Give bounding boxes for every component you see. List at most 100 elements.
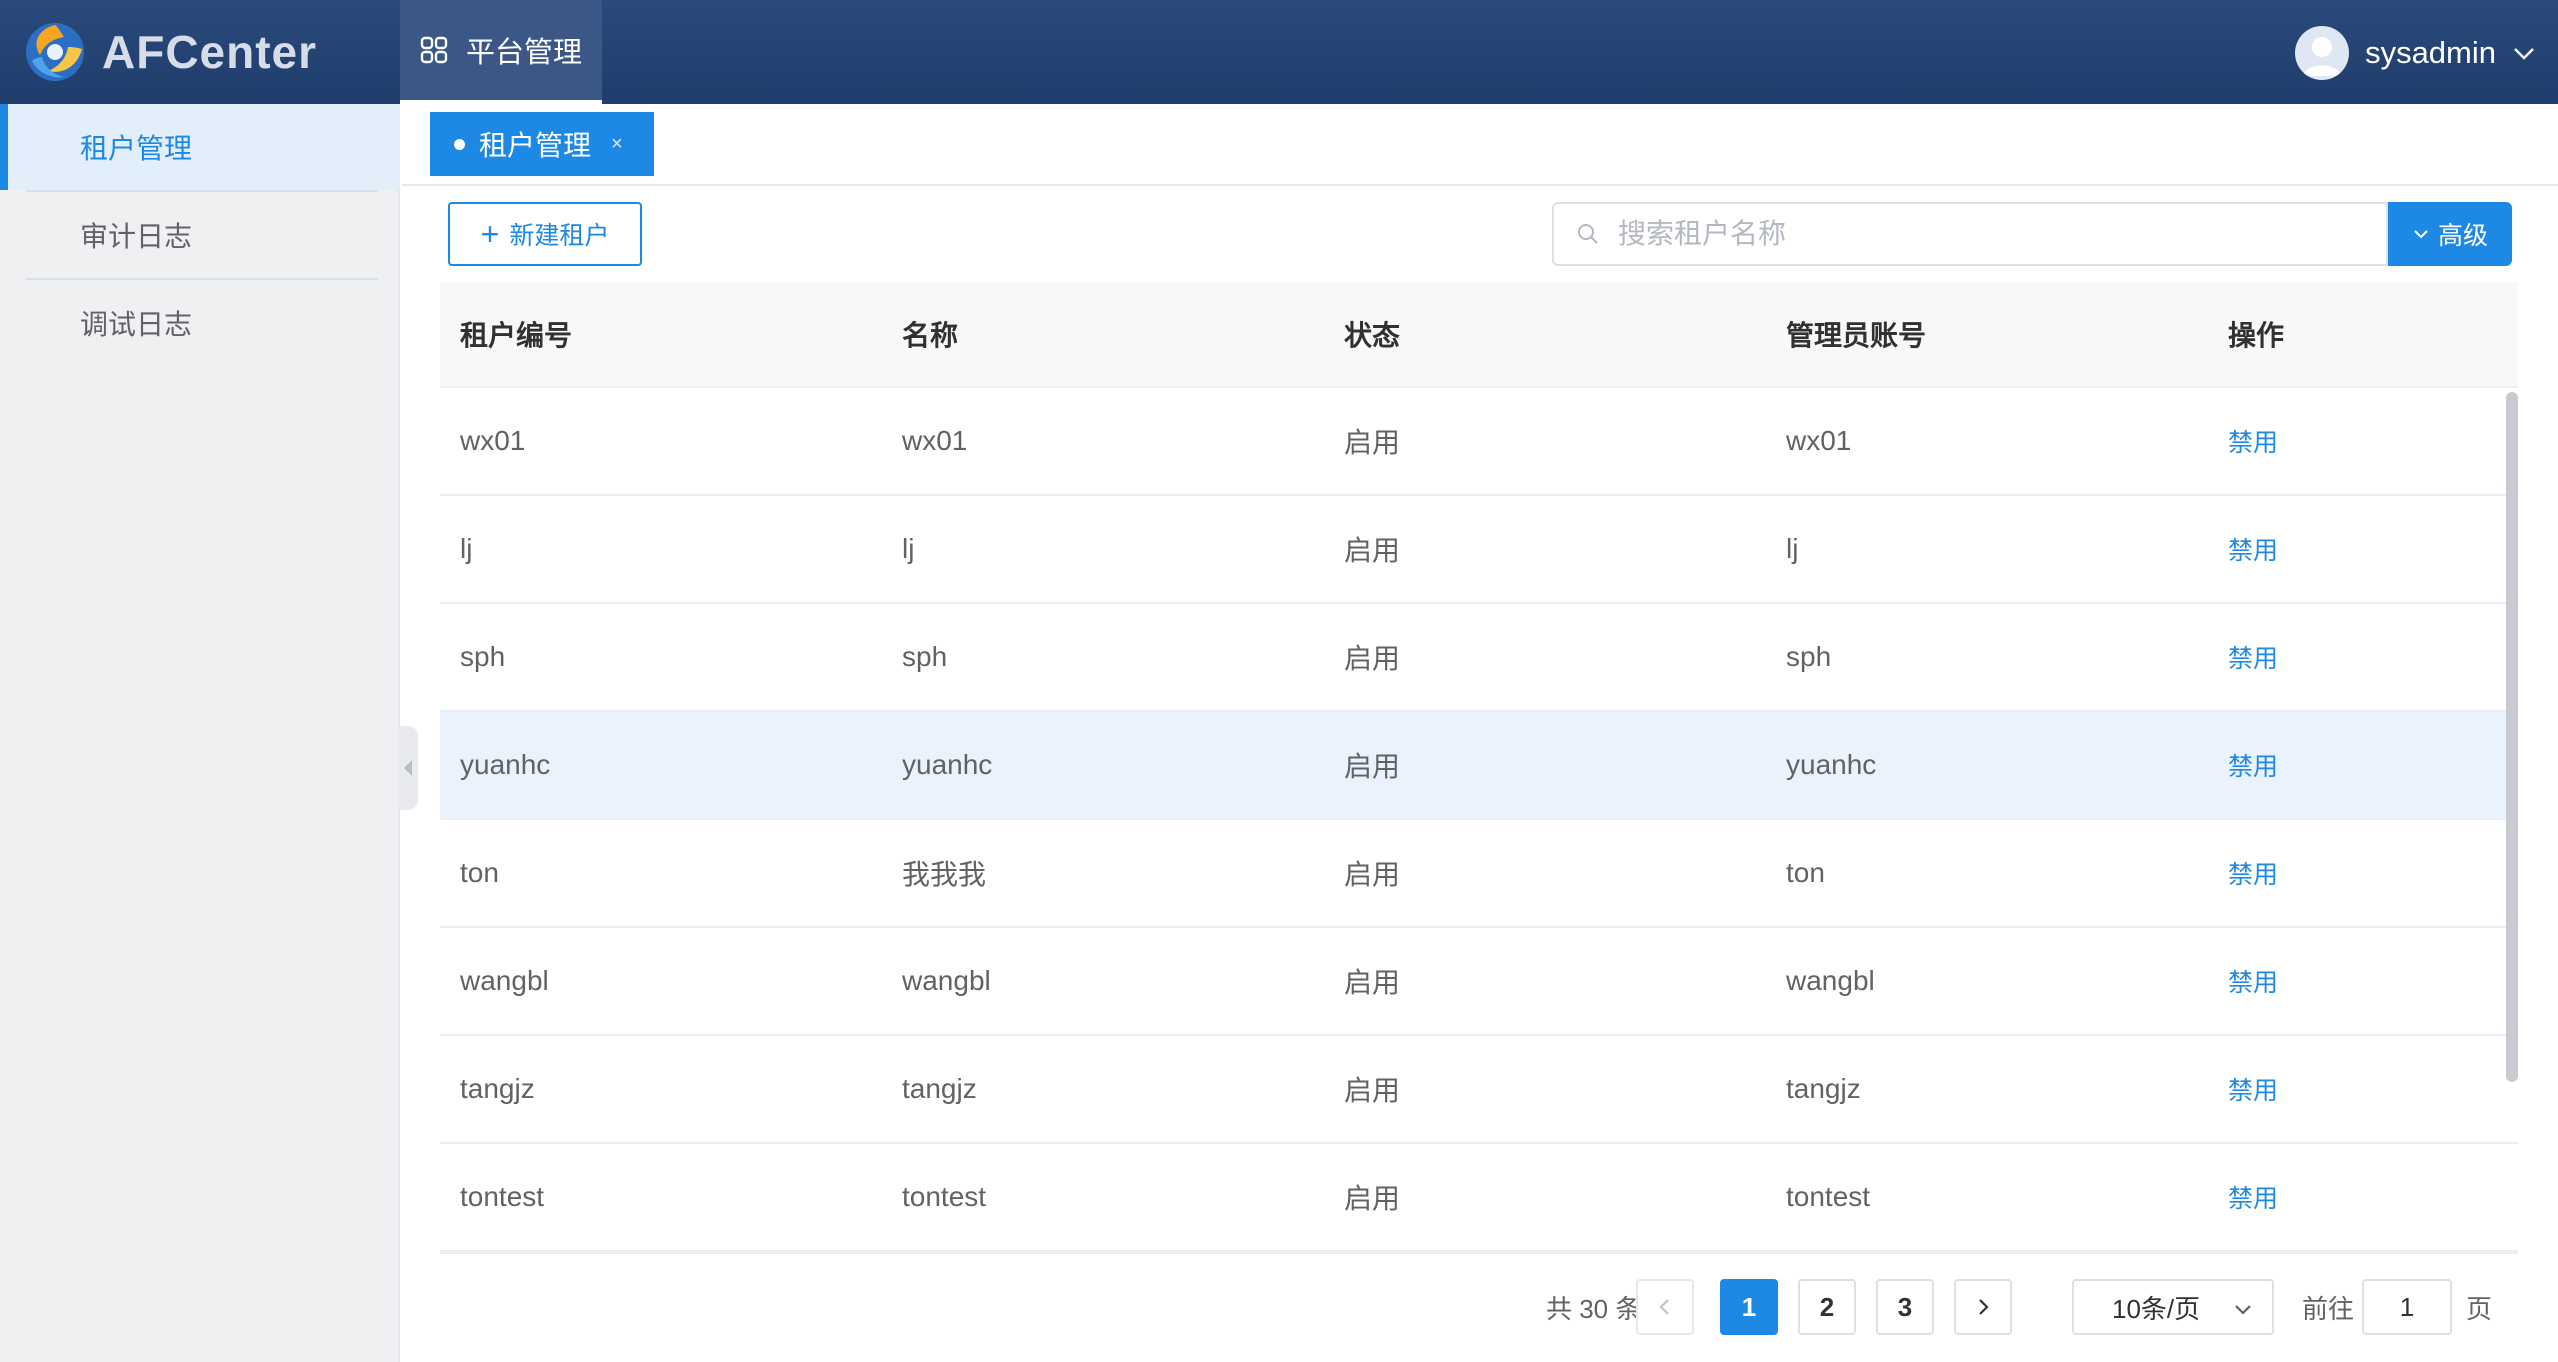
status-cell: 启用 xyxy=(1344,967,1401,998)
tenant-id-cell: sph xyxy=(460,641,506,672)
chevron-right-icon xyxy=(1979,1299,1989,1315)
column-header: 状态 xyxy=(1344,320,1401,351)
logo-icon xyxy=(26,23,84,81)
disable-action-link[interactable]: 禁用 xyxy=(2208,639,2518,675)
admin-account-cell: ton xyxy=(1786,857,1825,888)
disable-action-link[interactable]: 禁用 xyxy=(2208,963,2518,999)
table-row[interactable]: yuanhc yuanhc 启用 yuanhc 禁用 xyxy=(440,712,2518,820)
tenant-id-cell: tangjz xyxy=(460,1073,535,1104)
sidebar-item-label: 调试日志 xyxy=(80,309,193,340)
table-row[interactable]: sph sph 启用 sph 禁用 xyxy=(440,604,2518,712)
tenant-name-cell: tangjz xyxy=(902,1073,977,1104)
column-header: 管理员账号 xyxy=(1786,320,1927,351)
table-row[interactable]: tangjz tangjz 启用 tangjz 禁用 xyxy=(440,1036,2518,1144)
chevron-down-icon xyxy=(2235,1305,2251,1315)
disable-action-link[interactable]: 禁用 xyxy=(2208,747,2518,783)
page-size-value: 10条/页 xyxy=(2112,1293,2201,1324)
status-cell: 启用 xyxy=(1344,643,1401,674)
disable-action-link[interactable]: 禁用 xyxy=(2208,1179,2518,1215)
column-header: 名称 xyxy=(902,320,959,351)
chevron-left-icon xyxy=(1659,1299,1669,1315)
tenant-id-cell: wx01 xyxy=(460,425,526,456)
disable-action-link[interactable]: 禁用 xyxy=(2208,423,2518,459)
new-tenant-label: 新建租户 xyxy=(509,222,610,250)
app-logo[interactable]: AFCenter xyxy=(24,18,317,86)
goto-page-input[interactable] xyxy=(2362,1279,2452,1335)
status-cell: 启用 xyxy=(1344,1183,1401,1214)
sidebar-item-debug-log[interactable]: 调试日志 xyxy=(0,280,400,366)
status-cell: 启用 xyxy=(1344,427,1401,458)
tab-tenant-management[interactable]: 租户管理 × xyxy=(430,112,654,176)
prev-page-button[interactable] xyxy=(1636,1279,1694,1335)
avatar xyxy=(2295,26,2350,80)
tenant-id-cell: lj xyxy=(460,533,473,564)
chevron-down-icon xyxy=(2414,230,2428,239)
admin-account-cell: tangjz xyxy=(1786,1073,1861,1104)
status-cell: 启用 xyxy=(1344,751,1401,782)
table-row[interactable]: wangbl wangbl 启用 wangbl 禁用 xyxy=(440,928,2518,1036)
user-menu[interactable]: sysadmin xyxy=(2295,24,2536,82)
app-name: AFCenter xyxy=(102,26,318,78)
search-icon xyxy=(1578,224,1598,244)
tab-label: 租户管理 xyxy=(479,130,592,161)
disable-action-link[interactable]: 禁用 xyxy=(2208,531,2518,567)
column-header: 租户编号 xyxy=(460,320,573,351)
sidebar-item-tenant[interactable]: 租户管理 xyxy=(0,104,400,190)
page-button-2[interactable]: 2 xyxy=(1798,1279,1856,1335)
column-header: 操作 xyxy=(2228,320,2285,351)
new-tenant-button[interactable]: + 新建租户 xyxy=(448,202,642,266)
table-bottom-border xyxy=(440,1252,2518,1254)
tenant-name-cell: wx01 xyxy=(902,425,968,456)
tenant-name-cell: yuanhc xyxy=(902,749,993,780)
search-input[interactable] xyxy=(1618,218,2378,250)
username: sysadmin xyxy=(2365,35,2496,70)
search-box[interactable] xyxy=(1552,202,2388,266)
sidebar-item-label: 审计日志 xyxy=(80,221,193,252)
next-page-button[interactable] xyxy=(1954,1279,2012,1335)
admin-account-cell: lj xyxy=(1786,533,1799,564)
table-row[interactable]: wx01 wx01 启用 wx01 禁用 xyxy=(440,388,2518,496)
tenant-name-cell: sph xyxy=(902,641,948,672)
table-row[interactable]: lj lj 启用 lj 禁用 xyxy=(440,496,2518,604)
table-body: wx01 wx01 启用 wx01 禁用 lj lj 启用 lj 禁用 sph sph 启用 sph 禁用 y… xyxy=(440,388,2518,1252)
tenant-id-cell: yuanhc xyxy=(460,749,551,780)
table-header: 租户编号 名称 状态 管理员账号 操作 xyxy=(440,282,2518,388)
table-row[interactable]: tontest tontest 启用 tontest 禁用 xyxy=(440,1144,2518,1252)
tenant-name-cell: tontest xyxy=(902,1181,987,1212)
sidebar: 租户管理 审计日志 调试日志 xyxy=(0,104,400,1362)
nav-tab-platform[interactable]: 平台管理 xyxy=(400,0,602,104)
disable-action-link[interactable]: 禁用 xyxy=(2208,855,2518,891)
sidebar-item-audit-log[interactable]: 审计日志 xyxy=(0,192,400,278)
page-button-3[interactable]: 3 xyxy=(1876,1279,1934,1335)
admin-account-cell: tontest xyxy=(1786,1181,1871,1212)
close-icon[interactable]: × xyxy=(611,133,623,156)
sidebar-item-label: 租户管理 xyxy=(80,133,193,164)
status-cell: 启用 xyxy=(1344,535,1401,566)
advanced-label: 高级 xyxy=(2437,222,2488,250)
goto-suffix: 页 xyxy=(2466,1293,2493,1324)
admin-account-cell: wx01 xyxy=(1786,425,1852,456)
grid-icon xyxy=(420,36,448,64)
sidebar-collapse-handle[interactable] xyxy=(398,726,418,810)
active-dot xyxy=(454,138,465,150)
admin-account-cell: wangbl xyxy=(1786,965,1875,996)
chevron-down-icon xyxy=(2514,48,2534,60)
pagination-total: 共 30 条 xyxy=(1546,1293,1642,1324)
tenant-table: 租户编号 名称 状态 管理员账号 操作 wx01 wx01 启用 wx01 禁用 lj lj… xyxy=(440,282,2518,1252)
status-cell: 启用 xyxy=(1344,859,1401,890)
tenant-name-cell: wangbl xyxy=(902,965,991,996)
tenant-name-cell: lj xyxy=(902,533,915,564)
tenant-id-cell: tontest xyxy=(460,1181,545,1212)
page-button-1[interactable]: 1 xyxy=(1720,1279,1778,1335)
tenant-name-cell: 我我我 xyxy=(902,859,987,890)
table-row[interactable]: ton 我我我 启用 ton 禁用 xyxy=(440,820,2518,928)
advanced-search-button[interactable]: 高级 xyxy=(2388,202,2512,266)
top-header: AFCenter 平台管理 sysadmin xyxy=(0,0,2558,104)
disable-action-link[interactable]: 禁用 xyxy=(2208,1071,2518,1107)
table-scrollbar[interactable] xyxy=(2506,392,2518,1082)
user-icon xyxy=(2303,37,2342,76)
caret-left-icon xyxy=(404,760,412,776)
goto-prefix: 前往 xyxy=(2302,1293,2355,1324)
page-size-select[interactable]: 10条/页 xyxy=(2072,1279,2274,1335)
tenant-id-cell: ton xyxy=(460,857,499,888)
